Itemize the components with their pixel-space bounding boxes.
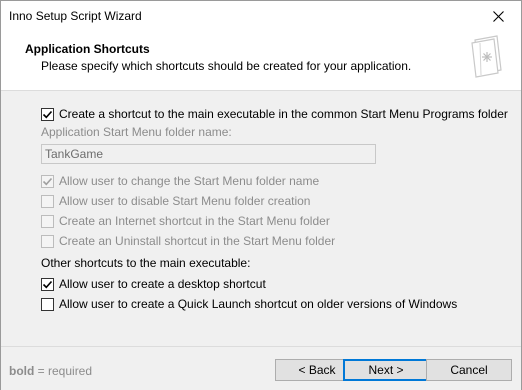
allow-disable-folder-checkbox[interactable] xyxy=(41,194,54,208)
quicklaunch-shortcut-checkbox[interactable] xyxy=(41,297,54,311)
folder-name-label: Application Start Menu folder name: xyxy=(41,125,232,139)
internet-shortcut-option[interactable]: Create an Internet shortcut in the Start… xyxy=(41,213,330,229)
allow-disable-folder-label: Allow user to disable Start Menu folder … xyxy=(59,194,311,208)
wizard-window: Inno Setup Script Wizard Application Sho… xyxy=(0,0,522,390)
quicklaunch-shortcut-option[interactable]: Allow user to create a Quick Launch shor… xyxy=(41,296,457,312)
cancel-button[interactable]: Cancel xyxy=(426,359,512,381)
uninstall-shortcut-checkbox[interactable] xyxy=(41,234,54,248)
next-button[interactable]: Next > xyxy=(343,359,429,381)
allow-change-folder-option[interactable]: Allow user to change the Start Menu fold… xyxy=(41,173,319,189)
checkmark-icon xyxy=(42,280,53,288)
allow-change-folder-checkbox[interactable] xyxy=(41,174,54,188)
wizard-footer: bold = required < Back Next > Cancel xyxy=(1,347,521,390)
required-legend: bold = required xyxy=(9,364,92,378)
window-title: Inno Setup Script Wizard xyxy=(9,9,142,23)
main-shortcut-checkbox[interactable] xyxy=(41,107,54,121)
uninstall-shortcut-label: Create an Uninstall shortcut in the Star… xyxy=(59,234,336,248)
quicklaunch-shortcut-label: Allow user to create a Quick Launch shor… xyxy=(59,297,458,311)
required-legend-bold: bold xyxy=(9,364,35,378)
main-shortcut-option[interactable]: Create a shortcut to the main executable… xyxy=(41,106,508,122)
page-header: Application Shortcuts Please specify whi… xyxy=(1,32,521,90)
internet-shortcut-checkbox[interactable] xyxy=(41,214,54,228)
checkmark-icon xyxy=(42,177,53,185)
wizard-page-icon xyxy=(471,35,502,78)
folder-name-input[interactable]: TankGame xyxy=(41,144,376,164)
desktop-shortcut-option[interactable]: Allow user to create a desktop shortcut xyxy=(41,276,266,292)
required-legend-text: = required xyxy=(34,364,93,378)
title-bar: Inno Setup Script Wizard xyxy=(1,1,521,32)
other-shortcuts-label: Other shortcuts to the main executable: xyxy=(41,256,251,270)
checkmark-icon xyxy=(42,110,53,118)
desktop-shortcut-label: Allow user to create a desktop shortcut xyxy=(59,277,266,291)
options-panel: Create a shortcut to the main executable… xyxy=(1,91,521,346)
close-icon xyxy=(492,10,504,22)
desktop-shortcut-checkbox[interactable] xyxy=(41,277,54,291)
allow-disable-folder-option[interactable]: Allow user to disable Start Menu folder … xyxy=(41,193,310,209)
internet-shortcut-label: Create an Internet shortcut in the Start… xyxy=(59,214,330,228)
close-button[interactable] xyxy=(475,1,521,31)
page-title: Application Shortcuts xyxy=(25,42,150,56)
uninstall-shortcut-option[interactable]: Create an Uninstall shortcut in the Star… xyxy=(41,233,335,249)
allow-change-folder-label: Allow user to change the Start Menu fold… xyxy=(59,174,320,188)
page-subtitle: Please specify which shortcuts should be… xyxy=(41,59,412,73)
main-shortcut-label: Create a shortcut to the main executable… xyxy=(59,107,508,121)
